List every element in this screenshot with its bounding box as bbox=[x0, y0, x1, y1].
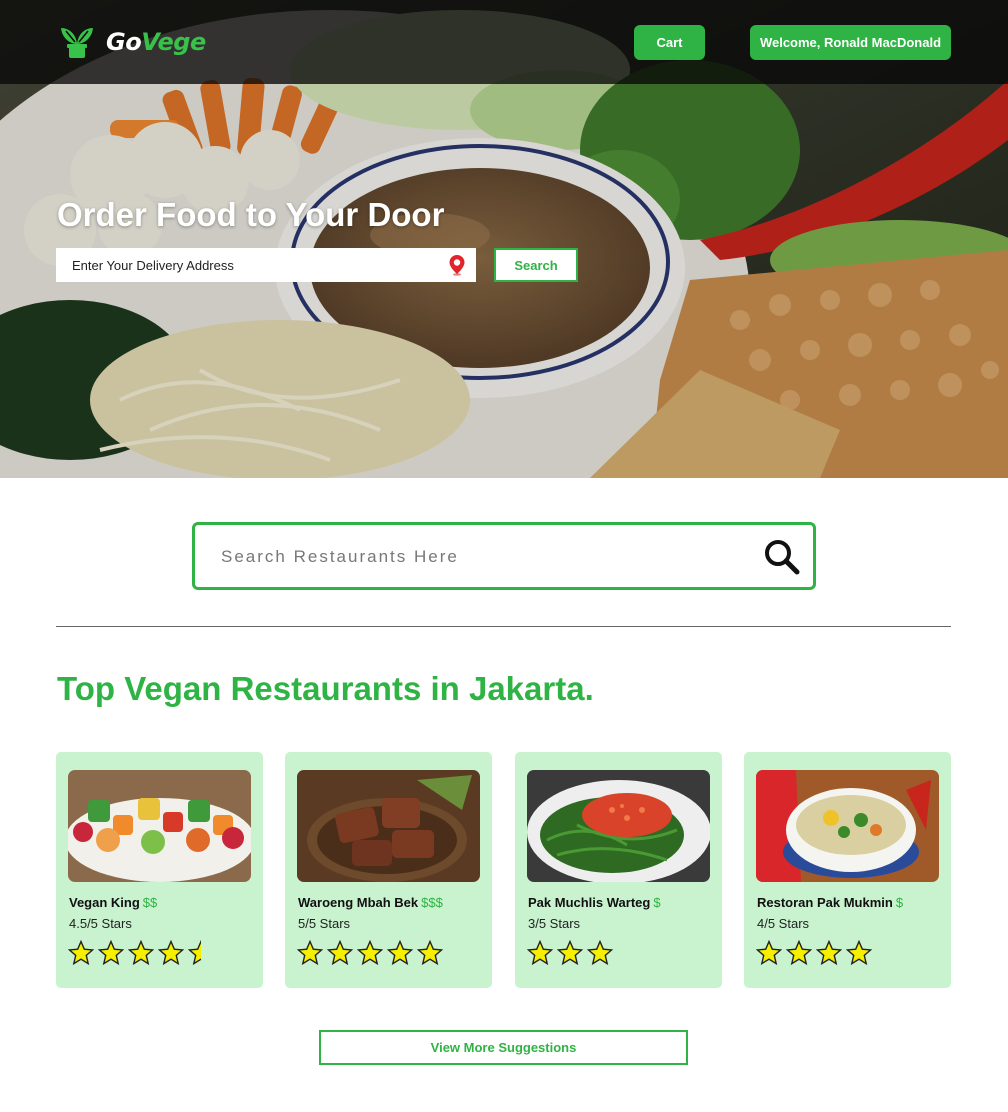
star-icon bbox=[786, 940, 812, 966]
star-rating bbox=[527, 940, 613, 974]
half-star-icon bbox=[188, 940, 201, 966]
price-level: $$ bbox=[142, 895, 158, 910]
star-icon bbox=[357, 940, 383, 966]
govege-logo[interactable]: GoVege bbox=[58, 24, 206, 60]
address-search-button[interactable]: Search bbox=[494, 248, 578, 282]
price-level: $ bbox=[895, 895, 904, 910]
star-icon bbox=[98, 940, 124, 966]
star-icon bbox=[756, 940, 782, 966]
restaurant-card[interactable]: Waroeng Mbah Bek $$$ 5/5 Stars bbox=[285, 752, 492, 988]
magnifier-icon[interactable] bbox=[763, 538, 801, 576]
star-icon bbox=[387, 940, 413, 966]
welcome-user-button[interactable]: Welcome, Ronald MacDonald bbox=[750, 25, 951, 60]
view-more-suggestions-button[interactable]: View More Suggestions bbox=[319, 1030, 688, 1065]
rating-text: 4.5/5 Stars bbox=[69, 916, 132, 931]
restaurant-photo[interactable] bbox=[297, 770, 480, 882]
restaurant-search-input[interactable]: Search Restaurants Here bbox=[221, 547, 459, 567]
star-icon bbox=[527, 940, 553, 966]
cart-button[interactable]: Cart bbox=[634, 25, 705, 60]
star-icon bbox=[587, 940, 613, 966]
restaurant-name[interactable]: Vegan King $$ bbox=[69, 895, 157, 910]
restaurant-name[interactable]: Waroeng Mbah Bek $$$ bbox=[298, 895, 443, 910]
restaurant-name[interactable]: Pak Muchlis Warteg $ bbox=[528, 895, 661, 910]
star-rating bbox=[68, 940, 214, 974]
restaurant-card[interactable]: Vegan King $$ 4.5/5 Stars bbox=[56, 752, 263, 988]
restaurant-card[interactable]: Restoran Pak Mukmin $ 4/5 Stars bbox=[744, 752, 951, 988]
rating-text: 3/5 Stars bbox=[528, 916, 581, 931]
restaurant-photo[interactable] bbox=[68, 770, 251, 882]
delivery-address-placeholder: Enter Your Delivery Address bbox=[72, 257, 234, 273]
rating-text: 5/5 Stars bbox=[298, 916, 351, 931]
location-pin-icon[interactable] bbox=[448, 254, 466, 276]
top-navigation-bar: GoVege Cart Welcome, Ronald MacDonald bbox=[0, 0, 1008, 84]
star-icon bbox=[68, 940, 94, 966]
section-title: Top Vegan Restaurants in Jakarta. bbox=[57, 670, 594, 707]
star-rating bbox=[756, 940, 872, 974]
price-level: $$$ bbox=[421, 895, 443, 910]
hero-title: Order Food to Your Door bbox=[57, 196, 445, 233]
star-icon bbox=[128, 940, 154, 966]
delivery-address-input[interactable]: Enter Your Delivery Address bbox=[56, 248, 476, 282]
star-icon bbox=[327, 940, 353, 966]
restaurant-photo[interactable] bbox=[527, 770, 710, 882]
star-icon bbox=[158, 940, 184, 966]
restaurant-name[interactable]: Restoran Pak Mukmin $ bbox=[757, 895, 903, 910]
star-icon bbox=[846, 940, 872, 966]
hero-banner: GoVege Cart Welcome, Ronald MacDonald Or… bbox=[0, 0, 1008, 478]
star-icon bbox=[557, 940, 583, 966]
price-level: $ bbox=[653, 895, 661, 910]
restaurant-card[interactable]: Pak Muchlis Warteg $ 3/5 Stars bbox=[515, 752, 722, 988]
star-icon bbox=[297, 940, 323, 966]
star-icon bbox=[417, 940, 443, 966]
sprout-logo-icon bbox=[61, 28, 93, 58]
star-icon bbox=[816, 940, 842, 966]
star-rating bbox=[297, 940, 443, 974]
logo-wordmark: GoVege bbox=[106, 28, 206, 56]
restaurant-photo[interactable] bbox=[756, 770, 939, 882]
restaurant-search-field[interactable]: Search Restaurants Here bbox=[192, 522, 816, 590]
rating-text: 4/5 Stars bbox=[757, 916, 810, 931]
section-divider bbox=[56, 626, 951, 627]
